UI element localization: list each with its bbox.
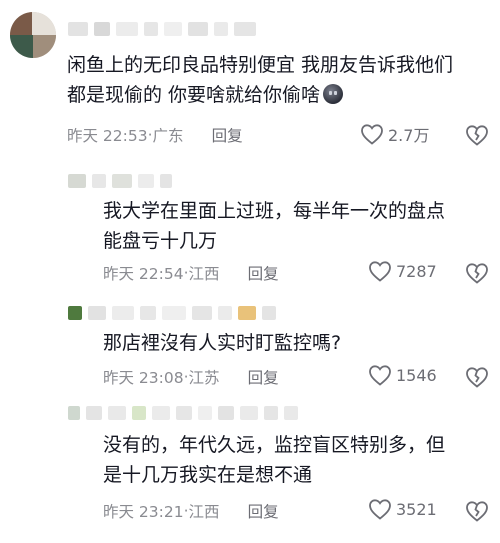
timestamp: 昨天 23:08 bbox=[103, 369, 184, 387]
location: 江西 bbox=[188, 503, 220, 521]
comment-text: 没有的，年代久远，监控盲区特别多，但 是十几万我实在是想不通 bbox=[103, 434, 446, 486]
like-button[interactable]: 2.7万 bbox=[360, 122, 429, 146]
comment-item: 闲鱼上的无印良品特别便宜 我朋友告诉我他们 都是现偷的 你要啥就给你偷啥 昨天 … bbox=[0, 0, 500, 150]
location: 江西 bbox=[188, 265, 220, 283]
comment-meta: 昨天 22:53 · 广东 回复 bbox=[67, 124, 243, 146]
reply-button[interactable]: 回复 bbox=[212, 124, 243, 146]
comment-meta: 昨天 22:54 · 江西 回复 bbox=[103, 262, 279, 284]
like-button[interactable]: 1546 bbox=[368, 364, 437, 386]
comment-item: 那店裡沒有人实时盯監控嗎? 昨天 23:08 · 江苏 回复 1546 bbox=[0, 290, 500, 390]
location: 江苏 bbox=[188, 369, 220, 387]
username-blurred[interactable] bbox=[68, 306, 276, 320]
broken-heart-icon[interactable] bbox=[465, 262, 489, 284]
comment-item: 我大学在里面上过班，每半年一次的盘点 能盘亏十几万 昨天 22:54 · 江西 … bbox=[0, 160, 500, 290]
timestamp: 昨天 23:21 bbox=[103, 503, 184, 521]
heart-outline-icon bbox=[369, 365, 391, 386]
comment-text: 我大学在里面上过班，每半年一次的盘点 能盘亏十几万 bbox=[103, 200, 446, 252]
heart-outline-icon bbox=[369, 261, 391, 282]
reply-button[interactable]: 回复 bbox=[248, 500, 279, 522]
reply-button[interactable]: 回复 bbox=[248, 262, 279, 284]
comment-meta: 昨天 23:08 · 江苏 回复 bbox=[103, 366, 279, 388]
username-blurred[interactable] bbox=[68, 406, 298, 420]
comment-item: 没有的，年代久远，监控盲区特别多，但 是十几万我实在是想不通 昨天 23:21 … bbox=[0, 396, 500, 543]
broken-heart-icon[interactable] bbox=[465, 124, 489, 146]
like-count: 1546 bbox=[396, 365, 437, 385]
dark-face-emoji-icon bbox=[323, 84, 344, 104]
heart-outline-icon bbox=[361, 124, 383, 145]
like-count: 7287 bbox=[396, 261, 437, 281]
broken-heart-icon[interactable] bbox=[465, 366, 489, 388]
like-count: 3521 bbox=[396, 499, 437, 519]
avatar[interactable] bbox=[10, 12, 56, 58]
comment-text: 那店裡沒有人实时盯監控嗎? bbox=[103, 332, 342, 354]
comment-meta: 昨天 23:21 · 江西 回复 bbox=[103, 500, 279, 522]
timestamp: 昨天 22:53 bbox=[67, 127, 148, 145]
heart-outline-icon bbox=[369, 499, 391, 520]
like-button[interactable]: 3521 bbox=[368, 498, 437, 520]
broken-heart-icon[interactable] bbox=[465, 500, 489, 522]
timestamp: 昨天 22:54 bbox=[103, 265, 184, 283]
location: 广东 bbox=[152, 127, 184, 145]
username-blurred[interactable] bbox=[68, 174, 172, 188]
like-button[interactable]: 7287 bbox=[368, 260, 437, 282]
username-blurred[interactable] bbox=[68, 22, 256, 36]
comment-text: 闲鱼上的无印良品特别便宜 我朋友告诉我他们 都是现偷的 你要啥就给你偷啥 bbox=[67, 54, 454, 106]
like-count: 2.7万 bbox=[388, 126, 430, 145]
reply-button[interactable]: 回复 bbox=[248, 366, 279, 388]
